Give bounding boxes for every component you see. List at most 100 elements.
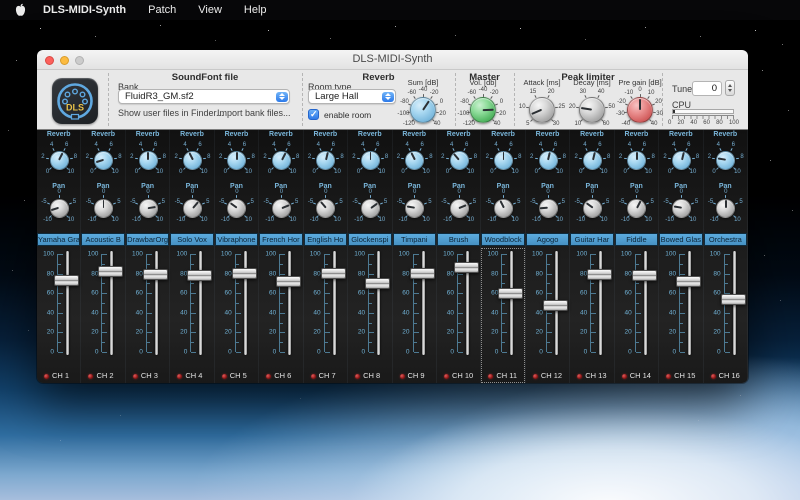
show-user-files-link[interactable]: Show user files in Finder...: [118, 108, 224, 118]
channel-pan-knob[interactable]: [627, 199, 646, 218]
fader-handle[interactable]: [410, 268, 435, 279]
import-bank-files-link[interactable]: Import bank files...: [217, 108, 291, 118]
channel-pan-knob[interactable]: [405, 199, 424, 218]
channel-pan-knob[interactable]: [539, 199, 558, 218]
pregain-knob[interactable]: [627, 97, 653, 123]
decay-knob[interactable]: [579, 97, 605, 123]
channel-pan-knob[interactable]: [272, 199, 291, 218]
channel-instrument[interactable]: Bowed Glas: [659, 233, 702, 246]
fader-handle[interactable]: [187, 270, 212, 281]
channel-reverb-knob[interactable]: [450, 151, 469, 170]
channel-pan-knob[interactable]: [183, 199, 202, 218]
menu-app-name[interactable]: DLS-MIDI-Synth: [43, 4, 126, 16]
knob-scale-label: 4: [50, 142, 53, 148]
tune-stepper[interactable]: [725, 80, 735, 96]
menu-item-patch[interactable]: Patch: [148, 4, 176, 16]
menu-item-view[interactable]: View: [198, 4, 222, 16]
channel-reverb-knob[interactable]: [50, 151, 69, 170]
channel-reverb-knob[interactable]: [183, 151, 202, 170]
room-type-popup[interactable]: Large Hall: [308, 89, 396, 104]
channel-reverb-knob[interactable]: [627, 151, 646, 170]
fader-handle[interactable]: [365, 278, 390, 289]
tune-field[interactable]: 0: [692, 81, 722, 96]
channel-reverb-knob[interactable]: [716, 151, 735, 170]
channel-pan-knob[interactable]: [494, 199, 513, 218]
channel-instrument[interactable]: Vibraphone: [215, 233, 258, 246]
fader-track[interactable]: [155, 251, 158, 355]
channel-instrument[interactable]: French Hor: [259, 233, 302, 246]
fader-handle[interactable]: [676, 276, 701, 287]
knob-tick: [357, 157, 360, 158]
fader-handle[interactable]: [543, 300, 568, 311]
minimize-button[interactable]: [60, 56, 69, 65]
fader-track[interactable]: [422, 251, 425, 355]
fader-track[interactable]: [199, 251, 202, 355]
channel-reverb-knob[interactable]: [316, 151, 335, 170]
fader-track[interactable]: [599, 251, 602, 355]
channel-reverb-knob[interactable]: [494, 151, 513, 170]
channel-instrument[interactable]: Woodblock: [481, 233, 524, 246]
master-vol-knob[interactable]: [470, 97, 496, 123]
channel-pan-knob[interactable]: [139, 199, 158, 218]
fader-handle[interactable]: [54, 275, 79, 286]
fader-handle[interactable]: [276, 276, 301, 287]
fader-handle[interactable]: [587, 269, 612, 280]
channel-pan-knob[interactable]: [672, 199, 691, 218]
menu-item-help[interactable]: Help: [244, 4, 267, 16]
fader-handle[interactable]: [721, 294, 746, 305]
channel-pan-knob[interactable]: [583, 199, 602, 218]
title-bar[interactable]: DLS-MIDI-Synth: [37, 50, 748, 70]
fader-track[interactable]: [244, 251, 247, 355]
channel-reverb-knob[interactable]: [361, 151, 380, 170]
channel-instrument[interactable]: English Ho: [304, 233, 347, 246]
fader-track[interactable]: [688, 251, 691, 355]
fader-track[interactable]: [66, 251, 69, 355]
fader-handle[interactable]: [143, 269, 168, 280]
channel-reverb-knob[interactable]: [539, 151, 558, 170]
fader-track[interactable]: [333, 251, 336, 355]
fader-handle[interactable]: [632, 270, 657, 281]
channel-reverb-knob[interactable]: [94, 151, 113, 170]
channel-reverb-knob[interactable]: [405, 151, 424, 170]
enable-room-checkbox[interactable]: ✓: [308, 109, 319, 120]
attack-knob[interactable]: [529, 97, 555, 123]
channel-pan-knob[interactable]: [50, 199, 69, 218]
channel-reverb-knob[interactable]: [272, 151, 291, 170]
channel-reverb-knob[interactable]: [139, 151, 158, 170]
channel-instrument[interactable]: Timpani: [393, 233, 436, 246]
fader-track[interactable]: [377, 251, 380, 355]
fader-handle[interactable]: [454, 262, 479, 273]
channel-pan-knob[interactable]: [316, 199, 335, 218]
sum-knob[interactable]: [410, 97, 436, 123]
fader-ruler-tick: [414, 303, 417, 304]
channel-instrument[interactable]: Agogo: [526, 233, 569, 246]
channel-pan-knob[interactable]: [716, 199, 735, 218]
channel-instrument[interactable]: Brush: [437, 233, 480, 246]
channel-instrument[interactable]: Orchestra: [704, 233, 747, 246]
channel-pan-knob[interactable]: [227, 199, 246, 218]
channel-pan-knob[interactable]: [94, 199, 113, 218]
channel-pan-knob[interactable]: [450, 199, 469, 218]
fader-ruler-tick: [547, 254, 552, 255]
channel-instrument[interactable]: DrawbarOrg: [126, 233, 169, 246]
fader-ruler-tick: [725, 352, 730, 353]
channel-instrument[interactable]: Guitar Har: [570, 233, 613, 246]
channel-pan-knob[interactable]: [361, 199, 380, 218]
channel-instrument[interactable]: Glockenspi: [348, 233, 391, 246]
channel-name: CH 7: [319, 371, 336, 380]
fader-handle[interactable]: [232, 268, 257, 279]
fader-handle[interactable]: [321, 268, 346, 279]
fader-handle[interactable]: [98, 266, 123, 277]
bank-popup[interactable]: FluidR3_GM.sf2: [118, 89, 290, 104]
channel-reverb-knob[interactable]: [672, 151, 691, 170]
channel-instrument[interactable]: Yamaha Gra: [37, 233, 80, 246]
channel-instrument[interactable]: Solo Vox: [170, 233, 213, 246]
fader-track[interactable]: [288, 251, 291, 355]
channel-instrument[interactable]: Fiddle: [615, 233, 658, 246]
channel-reverb-knob[interactable]: [227, 151, 246, 170]
close-button[interactable]: [45, 56, 54, 65]
apple-menu-icon[interactable]: [14, 3, 27, 17]
channel-reverb-knob[interactable]: [583, 151, 602, 170]
fader-track[interactable]: [644, 251, 647, 355]
channel-instrument[interactable]: Acoustic B: [81, 233, 124, 246]
